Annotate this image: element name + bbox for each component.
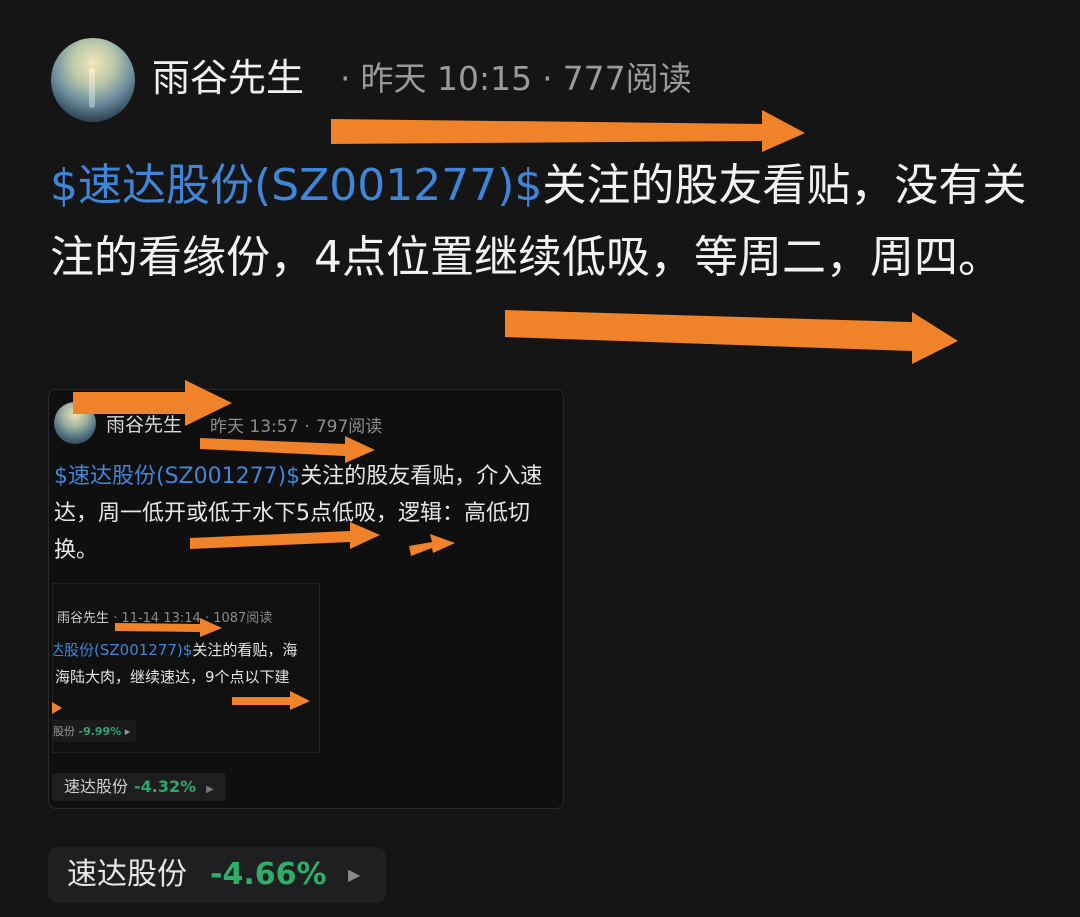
arrow-6 <box>409 534 455 556</box>
annotation-arrows <box>52 110 958 714</box>
arrow-8 <box>232 691 310 710</box>
arrow-4 <box>200 436 375 463</box>
arrow-9 <box>52 702 62 714</box>
arrow-5 <box>190 522 380 549</box>
arrow-3 <box>73 380 232 426</box>
arrow-7 <box>115 618 222 637</box>
arrow-2 <box>505 310 958 364</box>
arrow-1 <box>331 110 805 152</box>
